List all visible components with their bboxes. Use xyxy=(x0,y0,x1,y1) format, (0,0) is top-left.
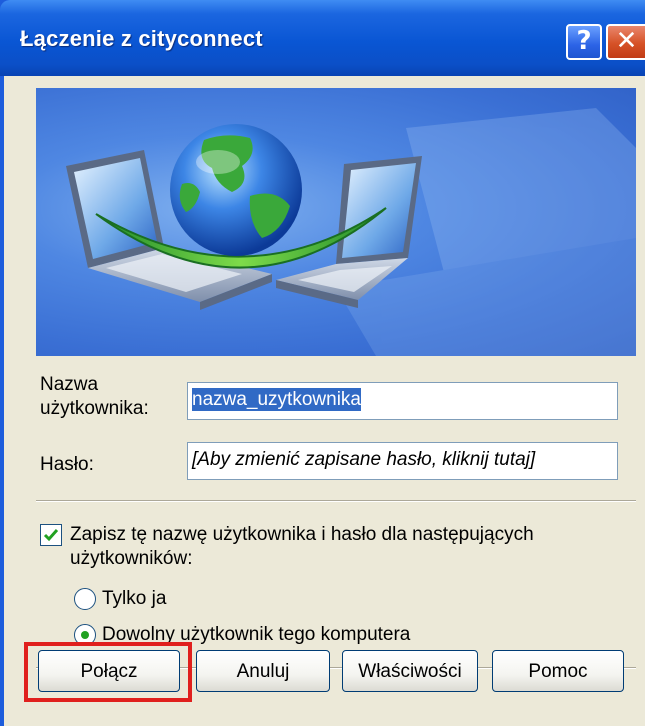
help-button[interactable]: ? xyxy=(566,24,602,60)
cancel-button[interactable]: Anuluj xyxy=(196,650,330,692)
title-bar[interactable]: Łączenie z cityconnect ? ✕ xyxy=(0,0,645,76)
connect-button[interactable]: Połącz xyxy=(38,650,180,692)
close-button[interactable]: ✕ xyxy=(606,24,645,60)
window-title: Łączenie z cityconnect xyxy=(20,26,263,51)
help-text-button[interactable]: Pomoc xyxy=(492,650,624,692)
properties-button[interactable]: Właściwości xyxy=(342,650,478,692)
close-icon: ✕ xyxy=(615,26,638,56)
question-mark-icon: ? xyxy=(576,26,592,56)
